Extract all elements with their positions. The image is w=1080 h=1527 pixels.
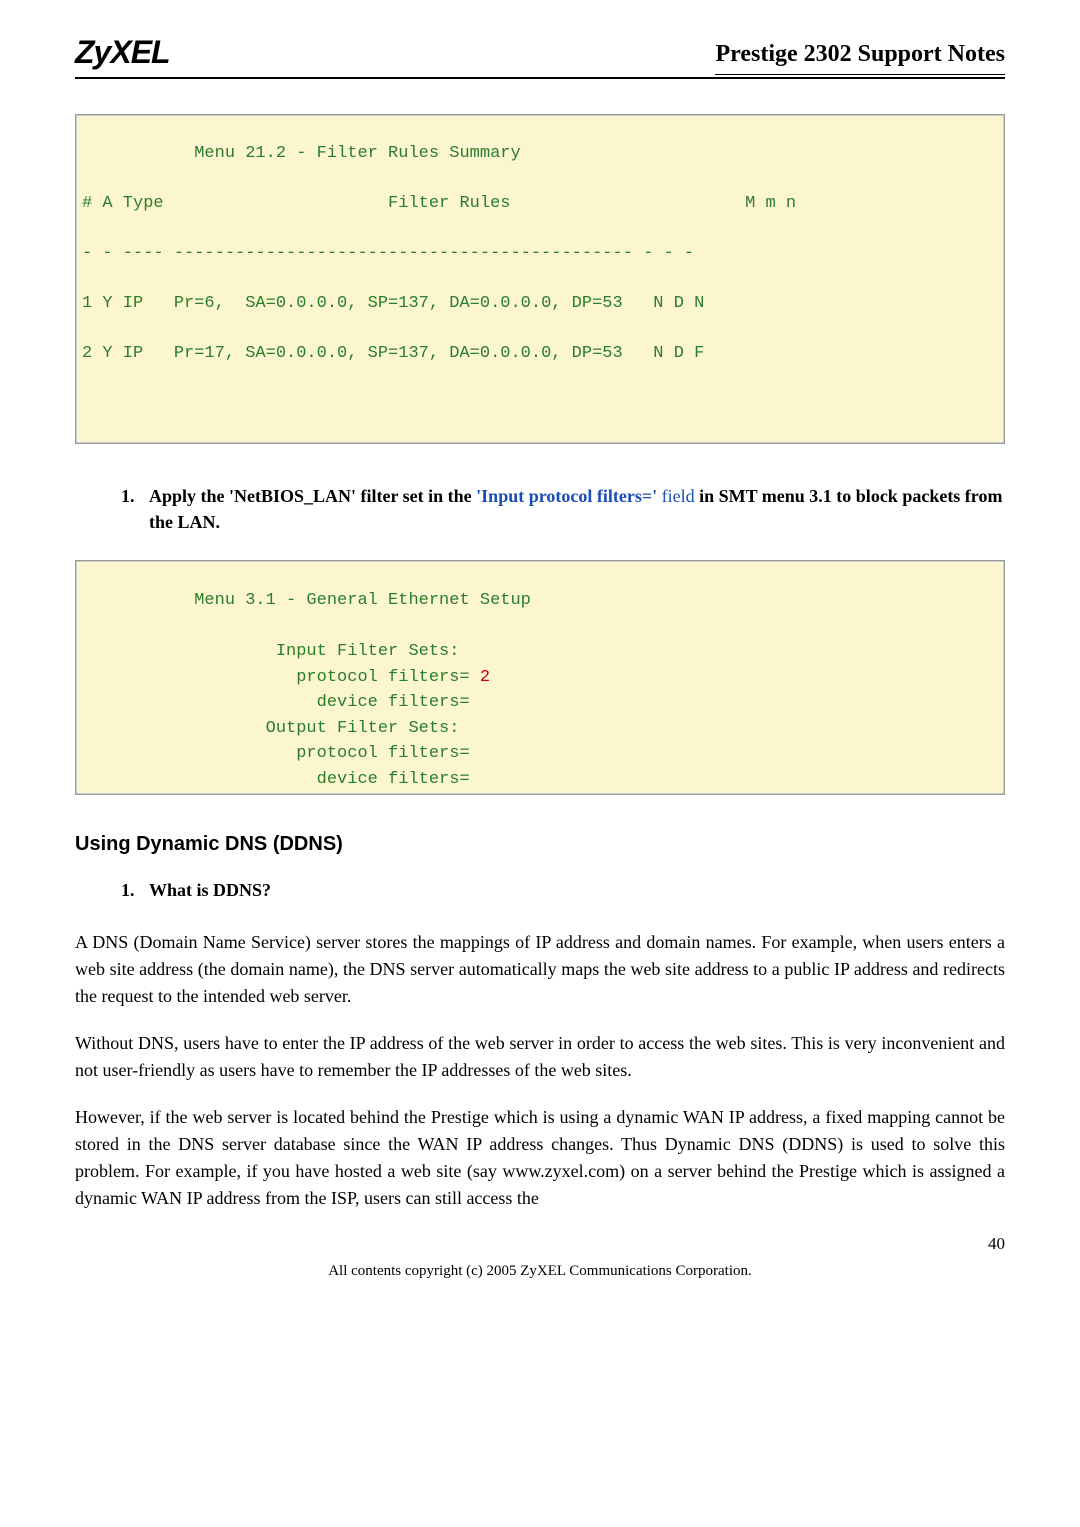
rule-row: 1 Y IP Pr=6, SA=0.0.0.0, SP=137, DA=0.0.… [82,291,998,317]
device-filters: device filters= [82,767,998,793]
general-ethernet-setup-block: Menu 3.1 - General Ethernet Setup Input … [75,560,1005,796]
filter-rules-summary-block: Menu 21.2 - Filter Rules Summary # A Typ… [75,114,1005,445]
step-text: What is DDNS? [149,878,271,903]
rule-row: 2 Y IP Pr=17, SA=0.0.0.0, SP=137, DA=0.0… [82,341,998,367]
step-number: 1. [121,484,149,534]
input-filter-sets-label: Input Filter Sets: [82,639,998,665]
logo: ZyXEL [75,30,170,75]
separator: - - ---- -------------------------------… [82,241,998,267]
input-protocol-filters-field: 'Input protocol filters=' [476,486,657,506]
document-title: Prestige 2302 Support Notes [715,38,1005,75]
page-number: 40 [75,1232,1005,1256]
paragraph: However, if the web server is located be… [75,1104,1005,1212]
output-filter-sets-label: Output Filter Sets: [82,716,998,742]
copyright: All contents copyright (c) 2005 ZyXEL Co… [75,1261,1005,1282]
page-header: ZyXEL Prestige 2302 Support Notes [75,30,1005,79]
protocol-filters-value: protocol filters= 2 [82,665,998,691]
paragraph: Without DNS, users have to enter the IP … [75,1030,1005,1084]
device-filters: device filters= [82,690,998,716]
protocol-filters: protocol filters= [82,741,998,767]
step-text: Apply the 'NetBIOS_LAN' filter set in th… [149,484,1005,534]
step-number: 1. [121,878,149,903]
menu-title: Menu 21.2 - Filter Rules Summary [82,141,998,167]
menu-title: Menu 3.1 - General Ethernet Setup [82,588,998,614]
apply-step-item: 1. Apply the 'NetBIOS_LAN' filter set in… [121,484,1005,534]
column-headers: # A Type Filter Rules M m n [82,191,998,217]
paragraph: A DNS (Domain Name Service) server store… [75,929,1005,1010]
ddns-step-item: 1. What is DDNS? [121,878,1005,903]
section-heading: Using Dynamic DNS (DDNS) [75,830,1005,858]
